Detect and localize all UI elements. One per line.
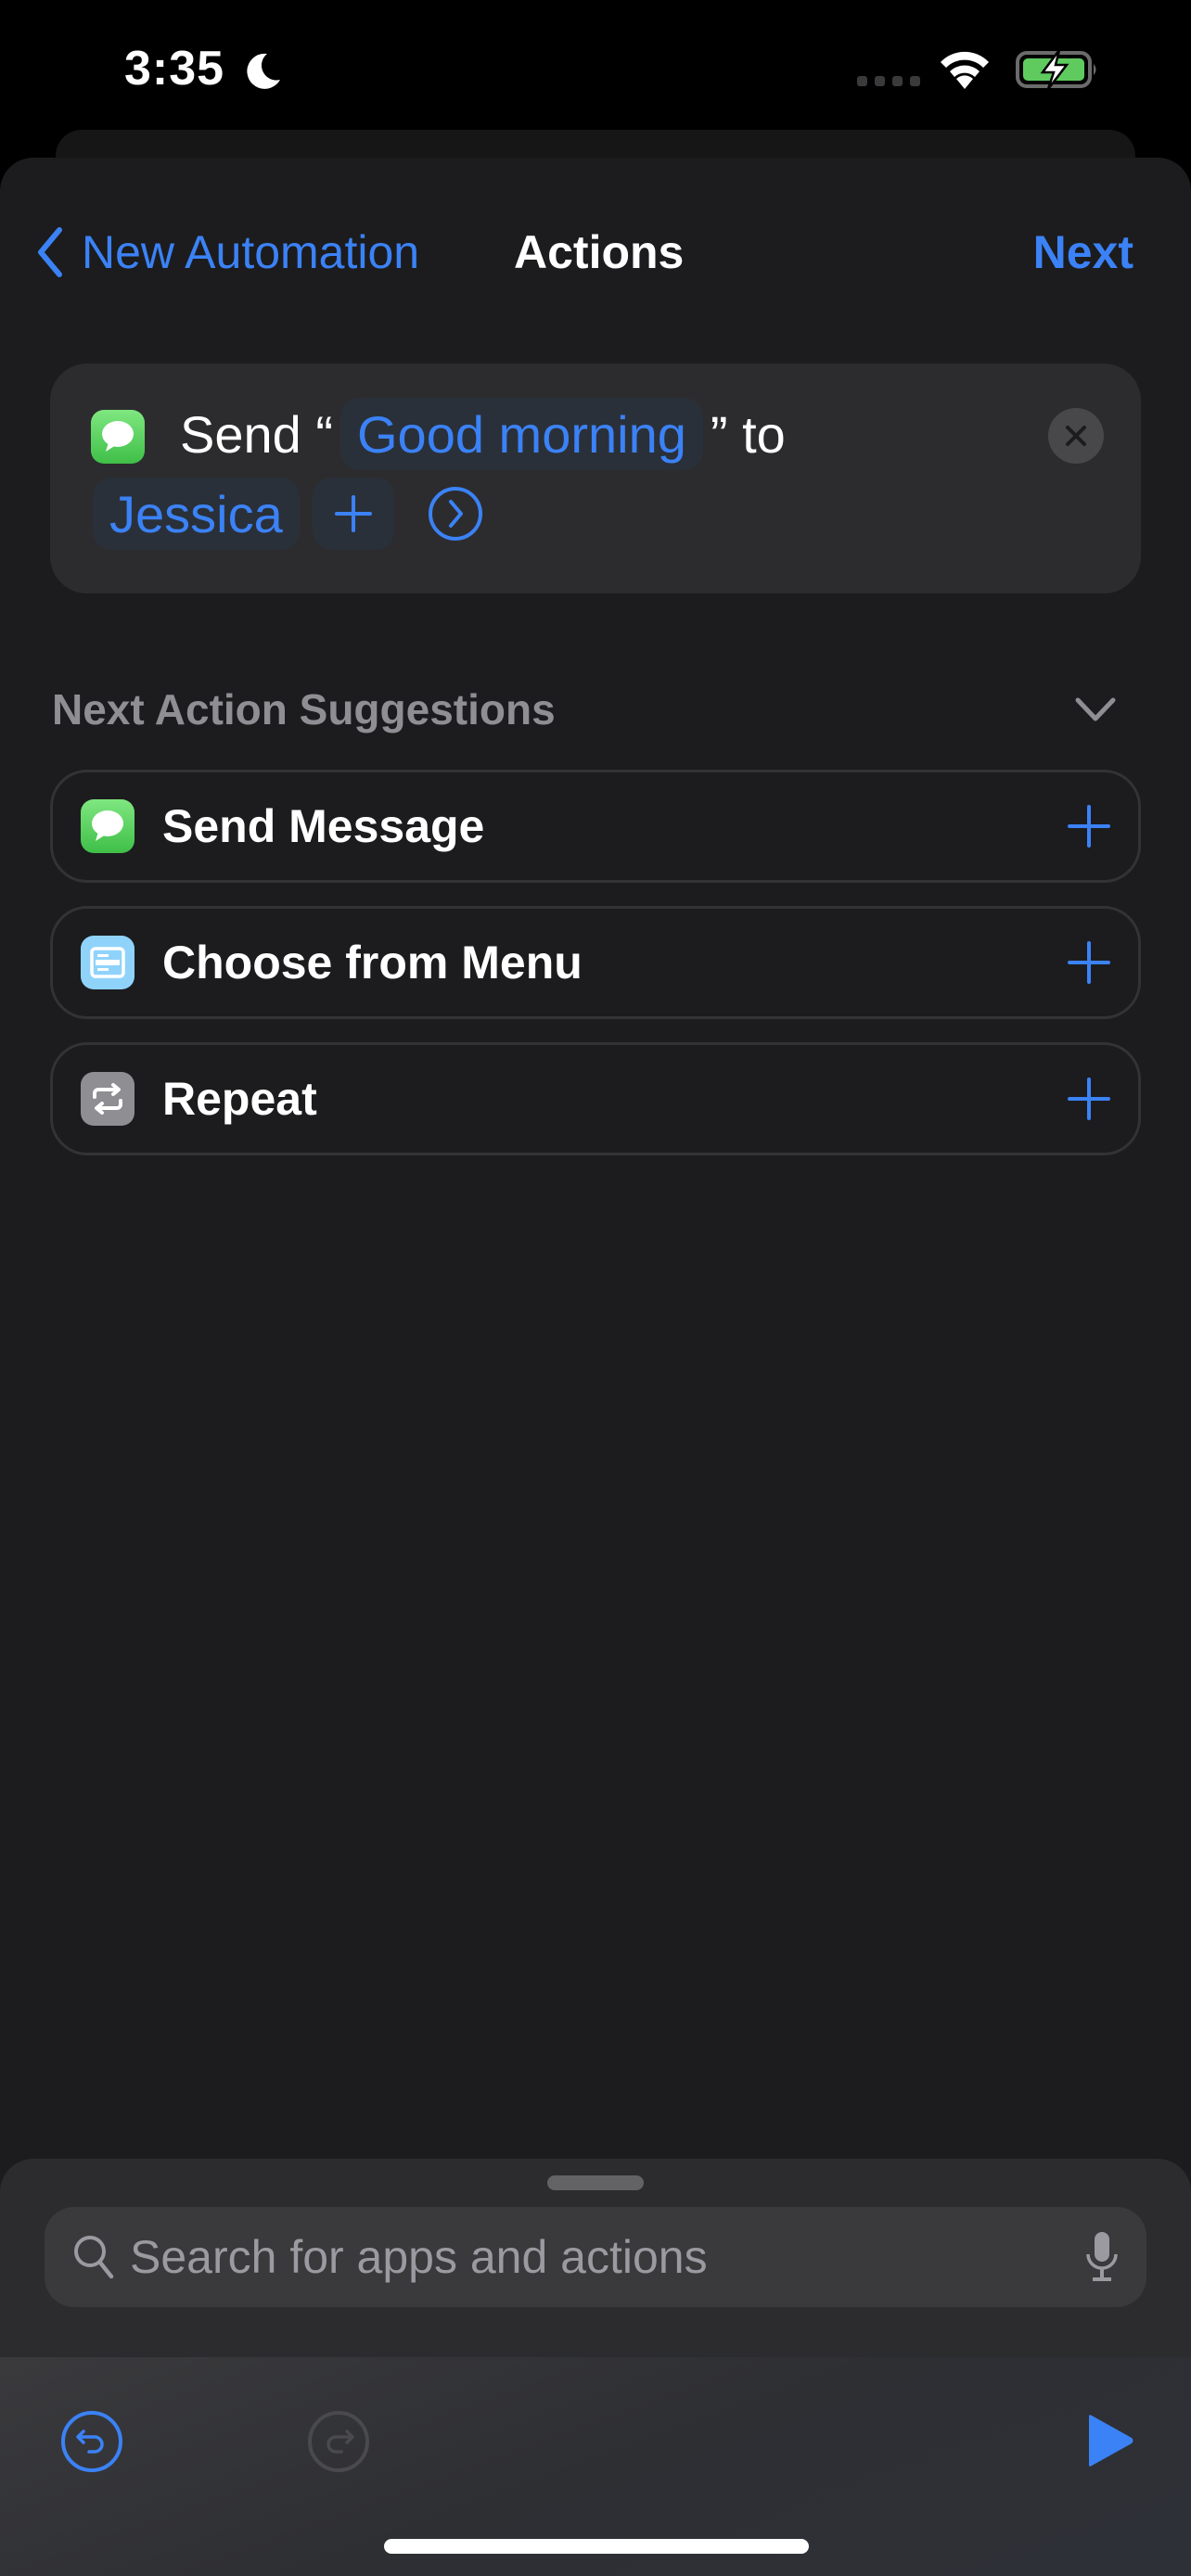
send-message-action-card: Send “ Good morning ” to Jessica	[50, 363, 1141, 593]
search-field[interactable]	[45, 2207, 1146, 2307]
suggestions-header[interactable]: Next Action Suggestions	[52, 677, 1119, 742]
recipient-token[interactable]: Jessica	[93, 478, 300, 550]
suggestion-choose-from-menu[interactable]: Choose from Menu	[50, 906, 1141, 1019]
add-recipient-button[interactable]	[312, 478, 394, 550]
page-title: Actions	[514, 226, 685, 278]
recipients-row: Jessica	[93, 477, 483, 551]
plus-icon[interactable]	[1066, 1076, 1112, 1122]
messages-icon	[91, 410, 145, 464]
status-bar: 3:35	[0, 0, 1191, 130]
menu-icon	[81, 936, 134, 989]
cellular-signal-icon	[857, 76, 920, 86]
editor-toolbar	[0, 2357, 1191, 2576]
panel-grabber-handle[interactable]	[547, 2175, 644, 2190]
suggestions-title: Next Action Suggestions	[52, 685, 556, 733]
next-button[interactable]: Next	[1033, 206, 1133, 299]
back-button-label: New Automation	[82, 226, 420, 278]
action-middle-text: ” to	[710, 404, 786, 464]
messages-icon	[81, 799, 134, 853]
suggestion-send-message[interactable]: Send Message	[50, 770, 1141, 883]
chevron-down-icon[interactable]	[1072, 693, 1119, 726]
chevron-right-circle-icon[interactable]	[428, 486, 483, 542]
navigation-bar: New Automation Actions Next	[0, 206, 1191, 299]
plus-icon[interactable]	[1066, 803, 1112, 849]
remove-action-button[interactable]	[1048, 408, 1104, 464]
plus-icon[interactable]	[1066, 939, 1112, 986]
suggestion-label: Send Message	[162, 800, 485, 852]
moon-icon	[247, 53, 280, 89]
suggestion-label: Repeat	[162, 1073, 317, 1125]
status-time: 3:35	[124, 42, 225, 96]
action-sentence: Send “ Good morning ” to	[180, 388, 786, 480]
search-input[interactable]	[130, 2230, 1083, 2284]
suggestion-label: Choose from Menu	[162, 937, 583, 988]
message-token[interactable]: Good morning	[340, 398, 703, 470]
home-indicator[interactable]	[384, 2539, 809, 2554]
suggestion-repeat[interactable]: Repeat	[50, 1042, 1141, 1155]
battery-charging-icon	[1016, 49, 1096, 90]
plus-icon	[334, 495, 372, 532]
search-icon	[74, 2236, 114, 2279]
close-icon	[1066, 426, 1086, 446]
repeat-icon	[81, 1072, 134, 1126]
play-icon[interactable]	[1085, 2413, 1135, 2468]
action-prefix-text: Send “	[180, 404, 333, 464]
suggestions-list: Send Message Choose from Menu Repeat	[50, 770, 1141, 1179]
microphone-icon[interactable]	[1083, 2230, 1121, 2284]
chevron-left-icon	[38, 227, 62, 277]
undo-icon[interactable]	[59, 2409, 124, 2474]
redo-icon[interactable]	[306, 2409, 371, 2474]
wifi-icon	[941, 51, 989, 89]
back-button[interactable]: New Automation	[33, 206, 419, 299]
